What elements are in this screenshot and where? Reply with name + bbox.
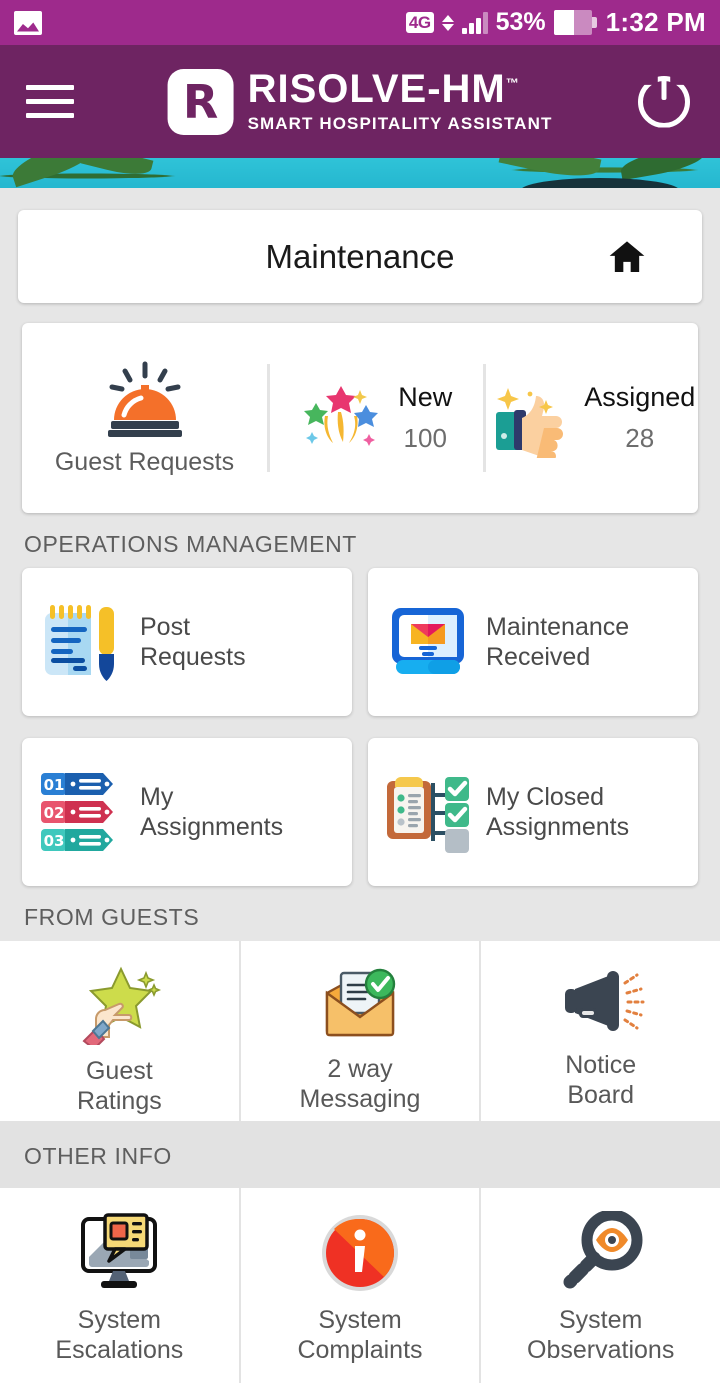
main-content: Maintenance Guest Requests New 100 Assig… [0,210,720,1383]
tile-guest-ratings[interactable]: Guest Ratings [0,941,241,1121]
page-title: Maintenance [265,237,455,275]
brand-logo: R RISOLVE-HM™ SMART HOSPITALITY ASSISTAN… [167,68,553,135]
hamburger-menu-icon[interactable] [26,85,74,118]
status-bar-right: 4G 53% 1:32 PM [405,7,706,38]
status-bar-left [14,10,42,35]
stat-assigned-label: Assigned [584,382,696,412]
svg-text:01: 01 [44,776,65,794]
tile-maintenance-received-label: Maintenance Received [486,613,630,671]
battery-icon [553,10,598,35]
tile-my-closed-assignments-label: My Closed Assignments [486,783,630,841]
star-rating-hand-icon [73,963,165,1045]
megaphone-icon [555,963,647,1039]
notepad-pen-icon [34,594,130,690]
stat-assigned[interactable]: Assigned 28 [486,378,699,458]
section-heading-operations: OPERATIONS MANAGEMENT [24,531,357,557]
fireworks-stars-icon [304,386,379,446]
brand-name-text: RISOLVE-HM [247,67,506,111]
service-bell-icon [107,361,182,437]
tile-2-way-messaging-label: 2 way Messaging [299,1055,421,1113]
tile-system-escalations-label: System Escalations [55,1306,184,1364]
stat-new-label: New [398,382,453,412]
brand-name: RISOLVE-HM™ [248,69,553,109]
svg-text:03: 03 [44,832,65,850]
battery-percent-label: 53% [495,8,546,36]
tile-notice-board[interactable]: Notice Board [481,941,720,1121]
status-bar: 4G 53% 1:32 PM [0,0,720,45]
brand-tagline: SMART HOSPITALITY ASSISTANT [247,114,553,133]
other-info-grid: System Escalations System Complaints Sys… [0,1188,720,1383]
operations-grid-row-2: 01 02 03 My Assignments My Closed Assign… [0,716,720,886]
tile-guest-ratings-label: Guest Ratings [76,1057,162,1115]
tile-system-observations[interactable]: System Observations [481,1188,720,1383]
from-guests-grid: Guest Ratings 2 way Messaging Notice Boa… [0,941,720,1121]
data-transfer-arrows-icon [441,14,454,31]
network-type-badge: 4G [405,12,434,33]
tile-notice-board-label: Notice Board [565,1051,637,1109]
clipboard-checks-icon [380,764,476,860]
app-bar: R RISOLVE-HM™ SMART HOSPITALITY ASSISTAN… [0,45,720,158]
stat-new-value: 100 [403,423,447,453]
numbered-tags-icon: 01 02 03 [34,764,130,860]
tile-post-requests[interactable]: Post Requests [22,568,352,716]
guest-requests-label: Guest Requests [54,447,235,476]
power-button-icon[interactable] [634,72,694,132]
tile-my-closed-assignments[interactable]: My Closed Assignments [368,738,698,886]
signal-bars-icon [461,11,488,34]
tile-my-assignments[interactable]: 01 02 03 My Assignments [22,738,352,886]
tile-maintenance-received[interactable]: Maintenance Received [368,568,698,716]
guest-requests-block[interactable]: Guest Requests [22,360,267,477]
page-title-card: Maintenance [18,210,702,303]
tile-my-assignments-label: My Assignments [140,783,284,841]
guest-requests-stats-card: Guest Requests New 100 Assigned 28 [22,323,698,513]
stat-assigned-value: 28 [625,423,655,453]
hero-background-image [0,158,720,188]
stat-new[interactable]: New 100 [270,378,483,458]
section-heading-from-guests: FROM GUESTS [24,904,200,930]
svg-text:02: 02 [44,804,65,822]
operations-grid-row-1: Post Requests Maintenance Received [0,568,720,716]
monitor-envelope-icon [380,594,476,690]
tile-post-requests-label: Post Requests [140,613,246,671]
info-circle-icon [314,1212,406,1294]
app-logo-icon: R [167,68,234,135]
section-heading-other-info: OTHER INFO [0,1121,720,1188]
envelope-check-icon [314,963,406,1043]
tile-2-way-messaging[interactable]: 2 way Messaging [240,941,482,1121]
gallery-icon [14,10,42,35]
monitor-alert-icon [73,1212,165,1294]
home-icon[interactable] [604,237,650,277]
tile-system-observations-label: System Observations [527,1306,675,1364]
magnifier-eye-icon [555,1211,647,1294]
tile-system-complaints-label: System Complaints [297,1306,423,1364]
thumbs-up-icon [496,388,564,458]
trademark-mark: ™ [505,75,519,91]
tile-system-escalations[interactable]: System Escalations [0,1188,241,1383]
clock-label: 1:32 PM [605,7,706,37]
brand-text: RISOLVE-HM™ SMART HOSPITALITY ASSISTANT [248,69,553,134]
tile-system-complaints[interactable]: System Complaints [240,1188,482,1383]
